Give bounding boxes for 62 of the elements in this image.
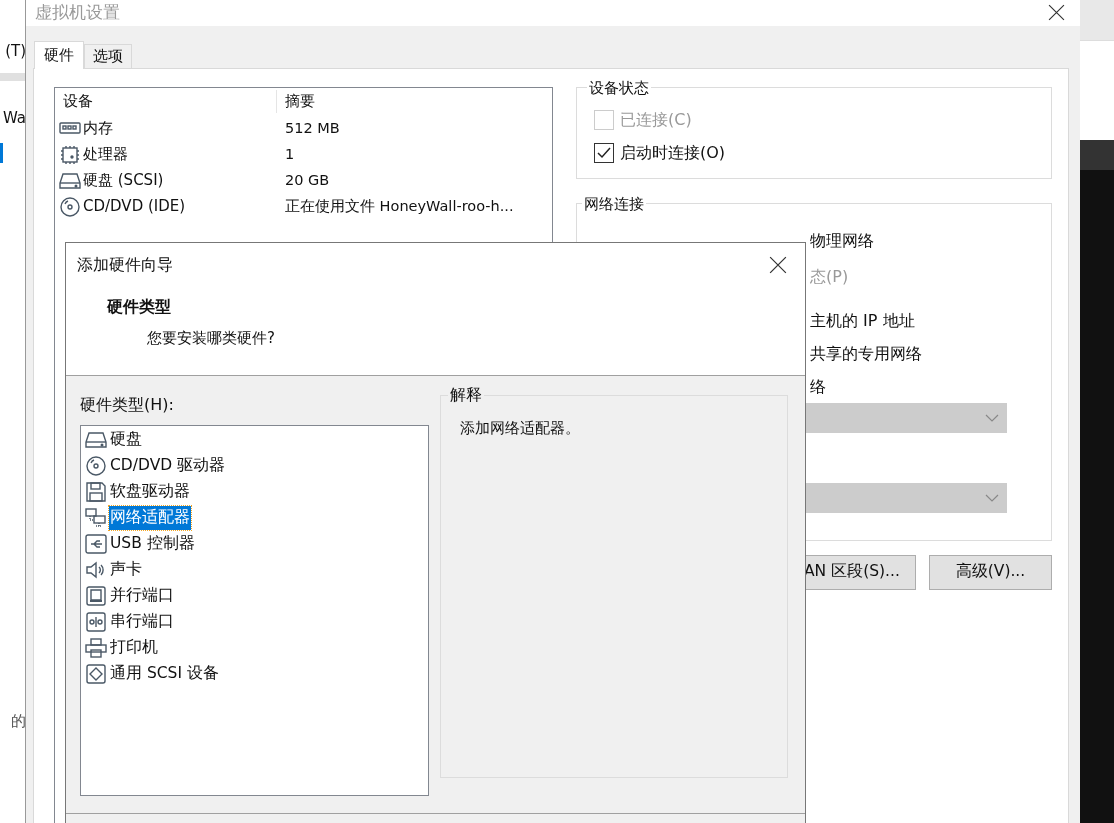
group-title: 设备状态 [588,77,650,99]
column-header: 设备 [55,90,277,113]
option-label: 物理网络 [810,230,875,252]
action-button[interactable]: 高级(V)... [929,554,1052,590]
checkbox[interactable] [594,142,614,163]
list-item[interactable]: 串行端口 [109,610,175,634]
speaker-icon [85,560,107,580]
list-item[interactable]: 通用 SCSI 设备 [109,662,220,686]
close-icon[interactable] [769,256,787,274]
option-label: 共享的专用网络 [810,343,923,365]
close-icon[interactable] [1048,4,1065,22]
column-header: 摘要 [284,91,315,113]
network-icon [85,508,107,528]
list-item[interactable]: USB 控制器 [109,532,196,556]
device-icon [85,664,107,684]
disc-icon [59,196,81,217]
option-label: 态(P) [810,266,850,288]
option-label: 主机的 IP 地址 [810,310,916,332]
list-item[interactable]: 打印机 [109,636,159,660]
drive-icon [85,430,107,450]
tab[interactable]: 硬件 [34,40,84,69]
table-cell-text: 硬盘 (SCSI) [83,170,164,192]
wizard-subheading: 您要安装哪类硬件? [146,328,276,349]
table-cell-text: 正在使用文件 HoneyWall-roo-h... [284,196,514,216]
disc-icon [85,456,107,476]
chevron-down-icon [985,494,999,502]
table-cell-text: 内存 [83,118,113,140]
checkmark-icon [597,146,611,159]
dialog-title: 添加硬件向导 [77,254,173,276]
option-label: 络 [810,376,827,398]
body-text: 的 [11,711,26,732]
chip-icon [59,144,81,165]
table-cell-text: 1 [284,144,295,164]
table-cell-text: CD/DVD (IDE) [83,196,186,218]
checkbox-label: 启动时连接(O) [620,141,726,164]
list-item[interactable]: 软盘驱动器 [109,480,191,504]
table-cell-text: 处理器 [83,144,128,166]
list-item[interactable]: 网络适配器 [109,506,191,530]
menu-text: (T) [5,41,26,62]
list-item[interactable]: 并行端口 [109,584,175,608]
window-title: 虚拟机设置 [35,1,120,24]
list-item[interactable]: 声卡 [109,558,143,582]
wizard-heading: 硬件类型 [106,296,172,318]
tab[interactable]: 选项 [84,43,132,68]
checkbox-label: 已连接(C) [620,108,692,131]
usb-icon [85,534,107,554]
list-item[interactable]: CD/DVD 驱动器 [109,454,227,478]
list-label: 硬件类型(H): [80,394,175,416]
port-icon [85,586,107,606]
chevron-down-icon [985,414,999,422]
drive-icon [59,170,81,191]
table-cell-text: 512 MB [284,118,340,138]
group-title: 解释 [449,384,483,406]
group-title: 网络连接 [583,193,645,215]
port-icon [85,612,107,632]
label-text: Wa [2,107,26,129]
printer-icon [85,638,107,658]
table-cell-text: 20 GB [284,170,330,190]
floppy-icon [85,482,107,502]
list-item[interactable]: 硬盘 [109,428,143,452]
header-bar [0,72,26,81]
explanation-text: 添加网络适配器。 [460,418,581,439]
